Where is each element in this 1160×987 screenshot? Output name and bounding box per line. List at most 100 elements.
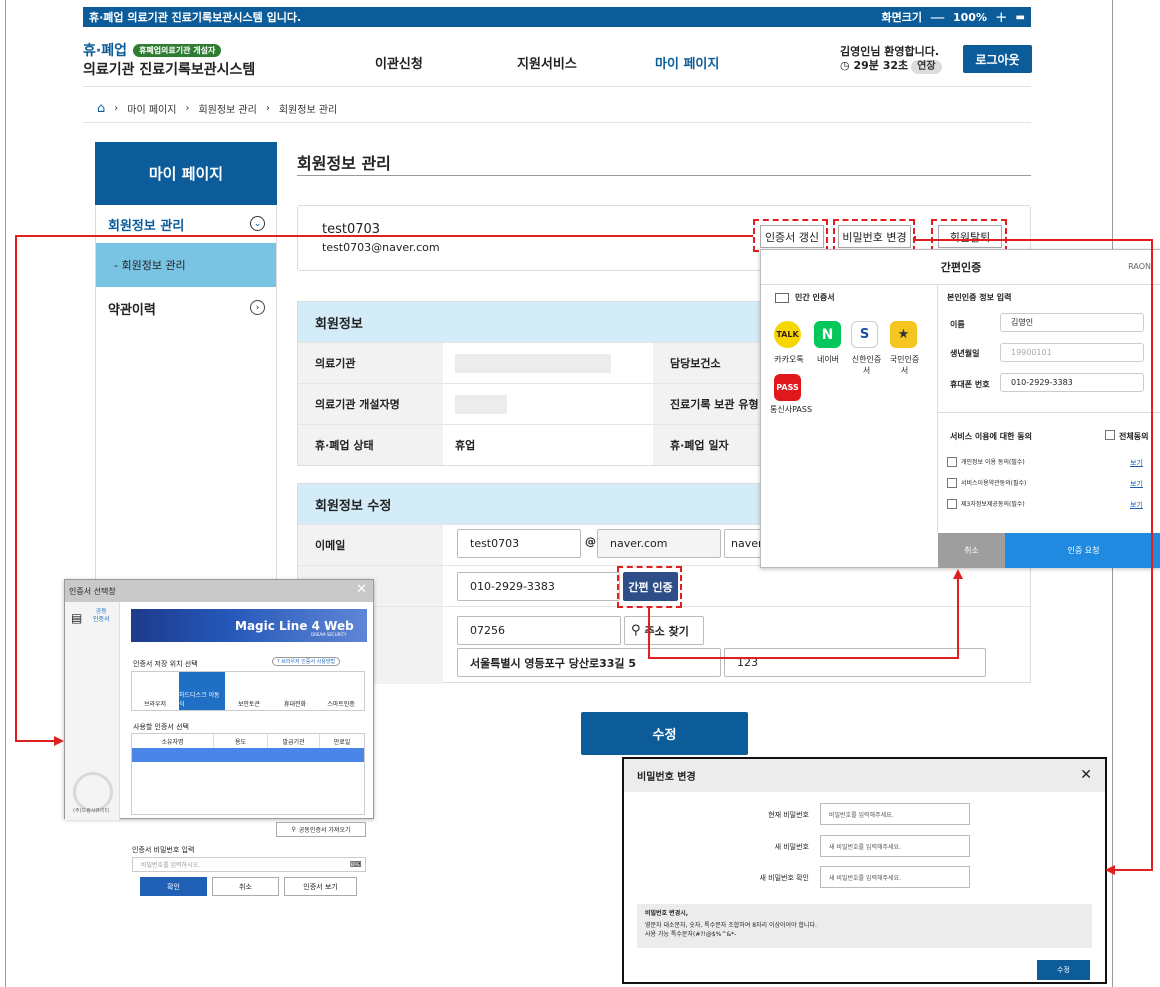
cert-password-input[interactable]: 비밀번호를 입력하시오. — [132, 857, 366, 872]
location-phone[interactable]: 휴대전화 — [272, 672, 318, 710]
cert-type-label: 인증서 — [93, 616, 110, 623]
private-cert-header: 민간 인증서 — [775, 292, 835, 303]
breadcrumb-item: 회원정보 관리 — [278, 105, 338, 116]
password-submit-button[interactable]: 수정 — [1037, 960, 1090, 980]
print-icon[interactable]: ▬ — [1016, 12, 1025, 23]
sidebar-subitem-member-info[interactable]: - 회원정보 관리 — [96, 243, 276, 287]
cert-type-tab[interactable]: 공동 인증서 — [93, 608, 110, 624]
view-link[interactable]: 보기 — [1130, 458, 1143, 468]
home-icon[interactable]: ⌂ — [97, 101, 105, 116]
import-label: 공동인증서 가져오기 — [298, 827, 351, 834]
provider-label: 네이버 — [816, 355, 840, 364]
note-title: 비밀번호 변경시, — [645, 910, 689, 917]
close-icon[interactable]: ✕ — [1080, 767, 1092, 783]
email-domain-input[interactable]: naver.com — [597, 529, 721, 558]
easy-cancel-button[interactable]: 취소 — [938, 533, 1005, 568]
modal-title: 비밀번호 변경 — [624, 759, 1105, 792]
address1-input[interactable]: 서울특별시 영등포구 당산로33길 5 — [457, 648, 721, 677]
banner-title: Magic Line 4 Web — [235, 618, 354, 633]
location-browser[interactable]: 브라우저 — [132, 672, 178, 710]
keyboard-icon[interactable]: ⌨ — [350, 860, 362, 869]
agree-checkbox[interactable] — [947, 457, 957, 467]
extend-button[interactable]: 연장 — [911, 60, 942, 74]
cert-view-button[interactable]: 인증서 보기 — [284, 877, 357, 896]
sidebar — [95, 142, 277, 622]
location-harddisk[interactable]: 하드디스크 이동식 — [179, 672, 225, 710]
import-certificate-button[interactable]: ⚲ 공동인증서 가져오기 — [276, 822, 366, 837]
header-divider — [83, 86, 1031, 87]
note-line: 영문자 대소문자, 숫자, 특수문자 조합하여 8자리 이상이어야 합니다. — [645, 922, 817, 929]
current-password-input[interactable]: 비밀번호를 입력해주세요. — [820, 803, 970, 825]
help-button[interactable]: ? 브라우저 인증서 사용방법 — [272, 657, 341, 666]
field-label: 담당보건소 — [653, 343, 763, 383]
zoom-in-button[interactable]: + — [995, 8, 1008, 26]
brand-logo[interactable]: 휴·폐업 휴폐업의료기관 개설자 — [83, 40, 222, 60]
easy-request-button[interactable]: 인증 요청 — [1005, 533, 1160, 568]
location-token[interactable]: 보안토큰 — [226, 672, 272, 710]
agree-all-label: 전체동의 — [1119, 432, 1149, 441]
field-label: 이름 — [950, 320, 965, 329]
address2-input[interactable]: 123 — [724, 648, 986, 677]
watermark-logo — [73, 772, 113, 812]
closure-status: 휴업 — [455, 439, 476, 452]
shinhan-icon[interactable]: S — [851, 321, 878, 348]
cert-cancel-button[interactable]: 취소 — [212, 877, 279, 896]
easy-auth-button[interactable]: 간편 인증 — [623, 572, 678, 601]
kb-icon[interactable]: ★ — [890, 321, 917, 348]
search-icon: ⚲ — [291, 826, 296, 833]
new-password-input[interactable]: 새 비밀번호를 입력해주세요. — [820, 835, 970, 857]
agree-all-checkbox[interactable] — [1105, 430, 1115, 440]
field-label: 휴대폰 번호 — [950, 380, 990, 389]
sidebar-item-member-info[interactable]: 회원정보 관리 — [108, 215, 184, 234]
field-label: 의료기관 개설자명 — [298, 384, 443, 424]
modal-title: 간편인증 — [761, 250, 1160, 285]
breadcrumb-divider — [83, 122, 1031, 123]
kakao-icon[interactable]: TALK — [774, 321, 801, 348]
view-link[interactable]: 보기 — [1130, 479, 1143, 489]
view-link[interactable]: 보기 — [1130, 500, 1143, 510]
agree-checkbox[interactable] — [947, 478, 957, 488]
logout-button[interactable]: 로그아웃 — [963, 45, 1032, 73]
nav-support[interactable]: 지원서비스 — [517, 53, 577, 72]
phone-input[interactable]: 010-2929-3383 — [1000, 373, 1144, 392]
pass-icon[interactable]: PASS — [774, 374, 801, 401]
address-search-button[interactable]: ⚲ 주소 찾기 — [624, 616, 704, 645]
renew-certificate-button[interactable]: 인증서 갱신 — [760, 225, 824, 248]
submit-button[interactable]: 수정 — [581, 712, 748, 755]
nav-transfer[interactable]: 이관신청 — [375, 53, 423, 72]
zoom-out-button[interactable]: — — [930, 8, 945, 26]
birth-input[interactable]: 19900101 — [1000, 343, 1144, 362]
cert-confirm-button[interactable]: 확인 — [140, 877, 207, 896]
sidebar-item-terms-history[interactable]: 약관이력 — [108, 299, 156, 318]
zipcode-input[interactable]: 07256 — [457, 616, 621, 645]
arrowhead — [54, 736, 64, 746]
agree-label: 개인정보 이용 동의(필수) — [961, 459, 1025, 466]
column-header: 발급기관 — [268, 734, 320, 748]
search-icon: ⚲ — [631, 623, 641, 638]
change-password-button[interactable]: 비밀번호 변경 — [838, 225, 911, 248]
agree-title: 서비스 이용에 대한 동의 — [950, 432, 1032, 441]
email-id-input[interactable]: test0703 — [457, 529, 581, 558]
page-title: 회원정보 관리 — [297, 154, 391, 173]
naver-icon[interactable]: N — [814, 321, 841, 348]
agree-checkbox[interactable] — [947, 499, 957, 509]
field-label: 진료기록 보관 유형 — [653, 384, 763, 424]
phone-input[interactable]: 010-2929-3383 — [457, 572, 620, 601]
agree-label: 제3자정보제공동의(필수) — [961, 501, 1025, 508]
location-smart[interactable]: 스마트인증 — [318, 672, 364, 710]
name-input[interactable]: 김영인 — [1000, 313, 1144, 332]
certificate-table: 소유자명 용도 발급기관 만료일 — [131, 733, 365, 815]
breadcrumb-item[interactable]: 회원정보 관리 — [198, 101, 256, 116]
session-timer: 29분 32초 — [853, 59, 909, 72]
brand-line2[interactable]: 의료기관 진료기록보관시스템 — [83, 59, 255, 79]
close-icon[interactable]: ✕ — [356, 582, 367, 597]
breadcrumb-item[interactable]: 마이 페이지 — [127, 101, 176, 116]
email-domain-select[interactable]: naver — [724, 529, 764, 558]
clock-icon: ◷ — [840, 59, 850, 72]
withdraw-button[interactable]: 회원탈퇴 — [938, 225, 1002, 248]
nav-mypage[interactable]: 마이 페이지 — [655, 53, 719, 72]
confirm-password-input[interactable]: 새 비밀번호를 입력해주세요. — [820, 866, 970, 888]
chevron-down-circle-icon[interactable]: ⌄ — [250, 216, 265, 231]
chevron-right-circle-icon[interactable]: › — [250, 300, 265, 315]
table-row[interactable] — [132, 748, 364, 762]
